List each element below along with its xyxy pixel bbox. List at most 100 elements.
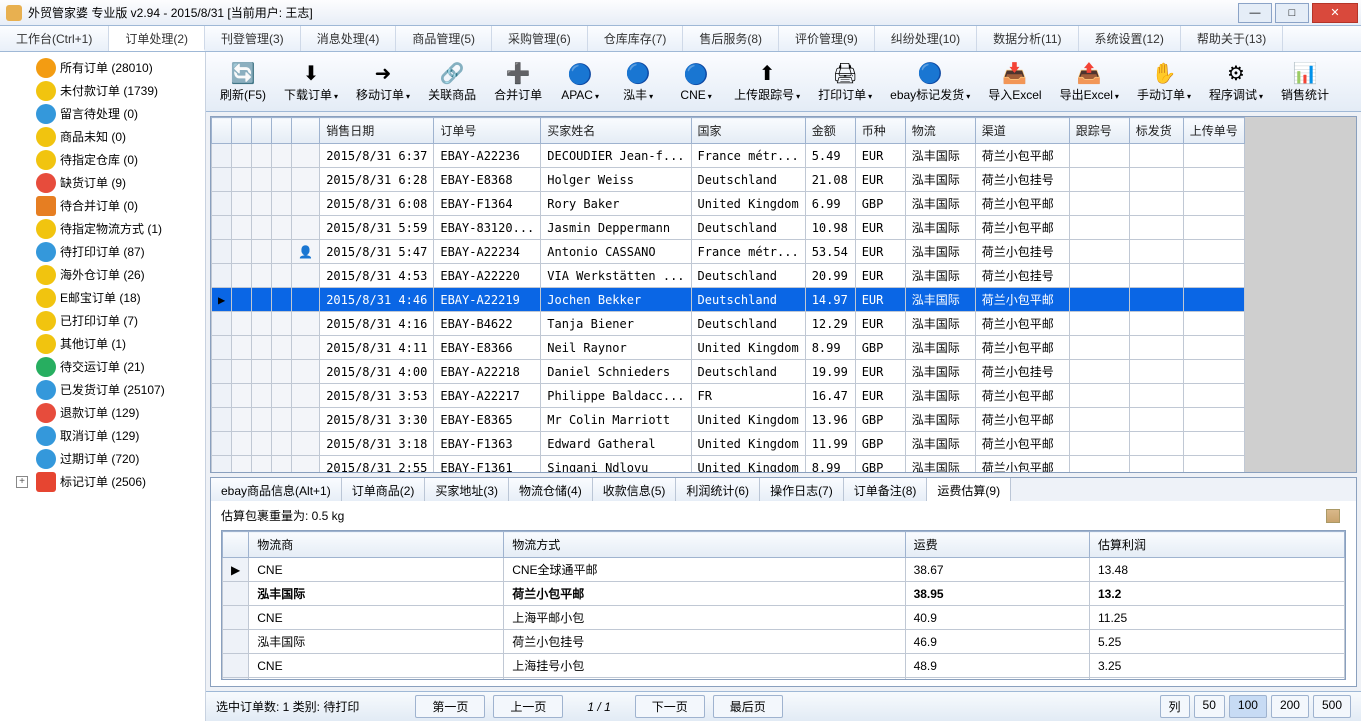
toolbar-button[interactable]: 🔵CNE▾ bbox=[668, 58, 724, 106]
table-row[interactable]: 2015/8/31 6:28EBAY-E8368Holger WeissDeut… bbox=[212, 168, 1245, 192]
sidebar-item[interactable]: 留言待处理 (0) bbox=[0, 102, 205, 125]
book-icon[interactable] bbox=[1326, 509, 1340, 523]
ship-row[interactable]: CNECNE全球通挂号49.772.38 bbox=[223, 678, 1345, 681]
tree-expand-icon[interactable]: + bbox=[16, 476, 28, 488]
toolbar-button[interactable]: 📊销售统计 bbox=[1273, 56, 1337, 107]
sidebar-item[interactable]: 缺货订单 (9) bbox=[0, 171, 205, 194]
last-page-button[interactable]: 最后页 bbox=[713, 695, 783, 718]
detail-tab[interactable]: 收款信息(5) bbox=[593, 478, 677, 501]
detail-tab[interactable]: 物流仓储(4) bbox=[509, 478, 593, 501]
ship-row[interactable]: ▶CNECNE全球通平邮38.6713.48 bbox=[223, 558, 1345, 582]
ship-column-header[interactable]: 物流商 bbox=[249, 532, 504, 558]
sidebar-item[interactable]: E邮宝订单 (18) bbox=[0, 286, 205, 309]
grid-column-header[interactable]: 买家姓名 bbox=[541, 118, 691, 144]
table-row[interactable]: 2015/8/31 4:11EBAY-E8366Neil RaynorUnite… bbox=[212, 336, 1245, 360]
toolbar-button[interactable]: 📤导出Excel▾ bbox=[1052, 56, 1127, 107]
pagesize-50[interactable]: 50 bbox=[1194, 695, 1225, 718]
detail-tab[interactable]: 订单备注(8) bbox=[844, 478, 928, 501]
detail-tab[interactable]: 运费估算(9) bbox=[927, 478, 1011, 501]
toolbar-button[interactable]: ➜移动订单▾ bbox=[348, 56, 418, 107]
sidebar-item[interactable]: 待指定仓库 (0) bbox=[0, 148, 205, 171]
sidebar-item[interactable]: 已打印订单 (7) bbox=[0, 309, 205, 332]
main-tab[interactable]: 刊登管理(3) bbox=[205, 26, 301, 51]
ship-column-header[interactable]: 估算利润 bbox=[1090, 532, 1345, 558]
grid-column-header[interactable]: 币种 bbox=[855, 118, 905, 144]
grid-column-header[interactable]: 订单号 bbox=[434, 118, 541, 144]
toolbar-button[interactable]: 🔵ebay标记发货▾ bbox=[882, 56, 978, 107]
sidebar-item[interactable]: 过期订单 (720) bbox=[0, 447, 205, 470]
main-tab[interactable]: 数据分析(11) bbox=[977, 26, 1078, 51]
table-row[interactable]: 2015/8/31 6:08EBAY-F1364Rory BakerUnited… bbox=[212, 192, 1245, 216]
main-tab[interactable]: 仓库库存(7) bbox=[588, 26, 684, 51]
table-row[interactable]: 2015/8/31 4:53EBAY-A22220VIA Werkstätten… bbox=[212, 264, 1245, 288]
sidebar-item[interactable]: 商品未知 (0) bbox=[0, 125, 205, 148]
toolbar-button[interactable]: 🔵APAC▾ bbox=[552, 58, 608, 106]
first-page-button[interactable]: 第一页 bbox=[415, 695, 485, 718]
sidebar-item[interactable]: 海外仓订单 (26) bbox=[0, 263, 205, 286]
ship-column-header[interactable]: 物流方式 bbox=[504, 532, 905, 558]
sidebar-item[interactable]: 退款订单 (129) bbox=[0, 401, 205, 424]
list-button[interactable]: 列 bbox=[1160, 695, 1190, 718]
detail-tab[interactable]: ebay商品信息(Alt+1) bbox=[211, 478, 342, 501]
main-tab[interactable]: 评价管理(9) bbox=[779, 26, 875, 51]
grid-column-header[interactable]: 跟踪号 bbox=[1069, 118, 1129, 144]
main-tab[interactable]: 帮助关于(13) bbox=[1181, 26, 1283, 51]
sidebar-item[interactable]: 取消订单 (129) bbox=[0, 424, 205, 447]
next-page-button[interactable]: 下一页 bbox=[635, 695, 705, 718]
main-tab[interactable]: 系统设置(12) bbox=[1079, 26, 1181, 51]
table-row[interactable]: 2015/8/31 3:18EBAY-F1363Edward GatheralU… bbox=[212, 432, 1245, 456]
toolbar-button[interactable]: ✋手动订单▾ bbox=[1129, 56, 1199, 107]
main-tab[interactable]: 采购管理(6) bbox=[492, 26, 588, 51]
table-row[interactable]: 👤2015/8/31 5:47EBAY-A22234Antonio CASSAN… bbox=[212, 240, 1245, 264]
grid-column-header[interactable]: 渠道 bbox=[975, 118, 1069, 144]
main-tab[interactable]: 工作台(Ctrl+1) bbox=[0, 26, 109, 51]
toolbar-button[interactable]: ⚙程序调试▾ bbox=[1201, 56, 1271, 107]
pagesize-200[interactable]: 200 bbox=[1271, 695, 1309, 718]
grid-column-header[interactable]: 标发货 bbox=[1129, 118, 1183, 144]
table-row[interactable]: ▶2015/8/31 4:46EBAY-A22219Jochen BekkerD… bbox=[212, 288, 1245, 312]
sidebar-item[interactable]: 待指定物流方式 (1) bbox=[0, 217, 205, 240]
sidebar-item[interactable]: 所有订单 (28010) bbox=[0, 56, 205, 79]
toolbar-button[interactable]: 🔄刷新(F5) bbox=[212, 56, 274, 107]
toolbar-button[interactable]: 🔵泓丰▾ bbox=[610, 56, 666, 107]
close-button[interactable]: ✕ bbox=[1312, 3, 1358, 23]
main-tab[interactable]: 商品管理(5) bbox=[396, 26, 492, 51]
main-tab[interactable]: 消息处理(4) bbox=[301, 26, 397, 51]
sidebar-item[interactable]: 待合并订单 (0) bbox=[0, 194, 205, 217]
table-row[interactable]: 2015/8/31 4:16EBAY-B4622Tanja BienerDeut… bbox=[212, 312, 1245, 336]
table-row[interactable]: 2015/8/31 3:53EBAY-A22217Philippe Baldac… bbox=[212, 384, 1245, 408]
toolbar-button[interactable]: 📥导入Excel bbox=[980, 56, 1049, 107]
detail-tab[interactable]: 利润统计(6) bbox=[676, 478, 760, 501]
grid-column-header[interactable]: 国家 bbox=[691, 118, 805, 144]
sidebar-item[interactable]: 待交运订单 (21) bbox=[0, 355, 205, 378]
maximize-button[interactable]: □ bbox=[1275, 3, 1309, 23]
detail-tab[interactable]: 订单商品(2) bbox=[342, 478, 426, 501]
pagesize-100[interactable]: 100 bbox=[1229, 695, 1267, 718]
grid-column-header[interactable]: 物流 bbox=[905, 118, 975, 144]
sidebar-item[interactable]: +标记订单 (2506) bbox=[0, 470, 205, 493]
sidebar-item[interactable]: 待打印订单 (87) bbox=[0, 240, 205, 263]
toolbar-button[interactable]: 🖨打印订单▾ bbox=[810, 56, 880, 107]
table-row[interactable]: 2015/8/31 3:30EBAY-E8365Mr Colin Marriot… bbox=[212, 408, 1245, 432]
pagesize-500[interactable]: 500 bbox=[1313, 695, 1351, 718]
toolbar-button[interactable]: ⬆上传跟踪号▾ bbox=[726, 56, 808, 107]
grid-column-header[interactable]: 销售日期 bbox=[320, 118, 434, 144]
grid-column-header[interactable]: 上传单号 bbox=[1183, 118, 1244, 144]
main-tab[interactable]: 售后服务(8) bbox=[683, 26, 779, 51]
sidebar-item[interactable]: 已发货订单 (25107) bbox=[0, 378, 205, 401]
ship-row[interactable]: 泓丰国际荷兰小包平邮38.9513.2 bbox=[223, 582, 1345, 606]
ship-row[interactable]: CNE上海挂号小包48.93.25 bbox=[223, 654, 1345, 678]
ship-row[interactable]: 泓丰国际荷兰小包挂号46.95.25 bbox=[223, 630, 1345, 654]
detail-tab[interactable]: 买家地址(3) bbox=[425, 478, 509, 501]
minimize-button[interactable]: — bbox=[1238, 3, 1272, 23]
prev-page-button[interactable]: 上一页 bbox=[493, 695, 563, 718]
sidebar-item[interactable]: 其他订单 (1) bbox=[0, 332, 205, 355]
ship-column-header[interactable]: 运费 bbox=[905, 532, 1089, 558]
detail-tab[interactable]: 操作日志(7) bbox=[760, 478, 844, 501]
toolbar-button[interactable]: ➕合并订单 bbox=[486, 56, 550, 107]
toolbar-button[interactable]: 🔗关联商品 bbox=[420, 56, 484, 107]
toolbar-button[interactable]: ⬇下载订单▾ bbox=[276, 56, 346, 107]
table-row[interactable]: 2015/8/31 2:55EBAY-F1361Singani NdlovuUn… bbox=[212, 456, 1245, 473]
ship-row[interactable]: CNE上海平邮小包40.911.25 bbox=[223, 606, 1345, 630]
main-tab[interactable]: 纠纷处理(10) bbox=[875, 26, 977, 51]
